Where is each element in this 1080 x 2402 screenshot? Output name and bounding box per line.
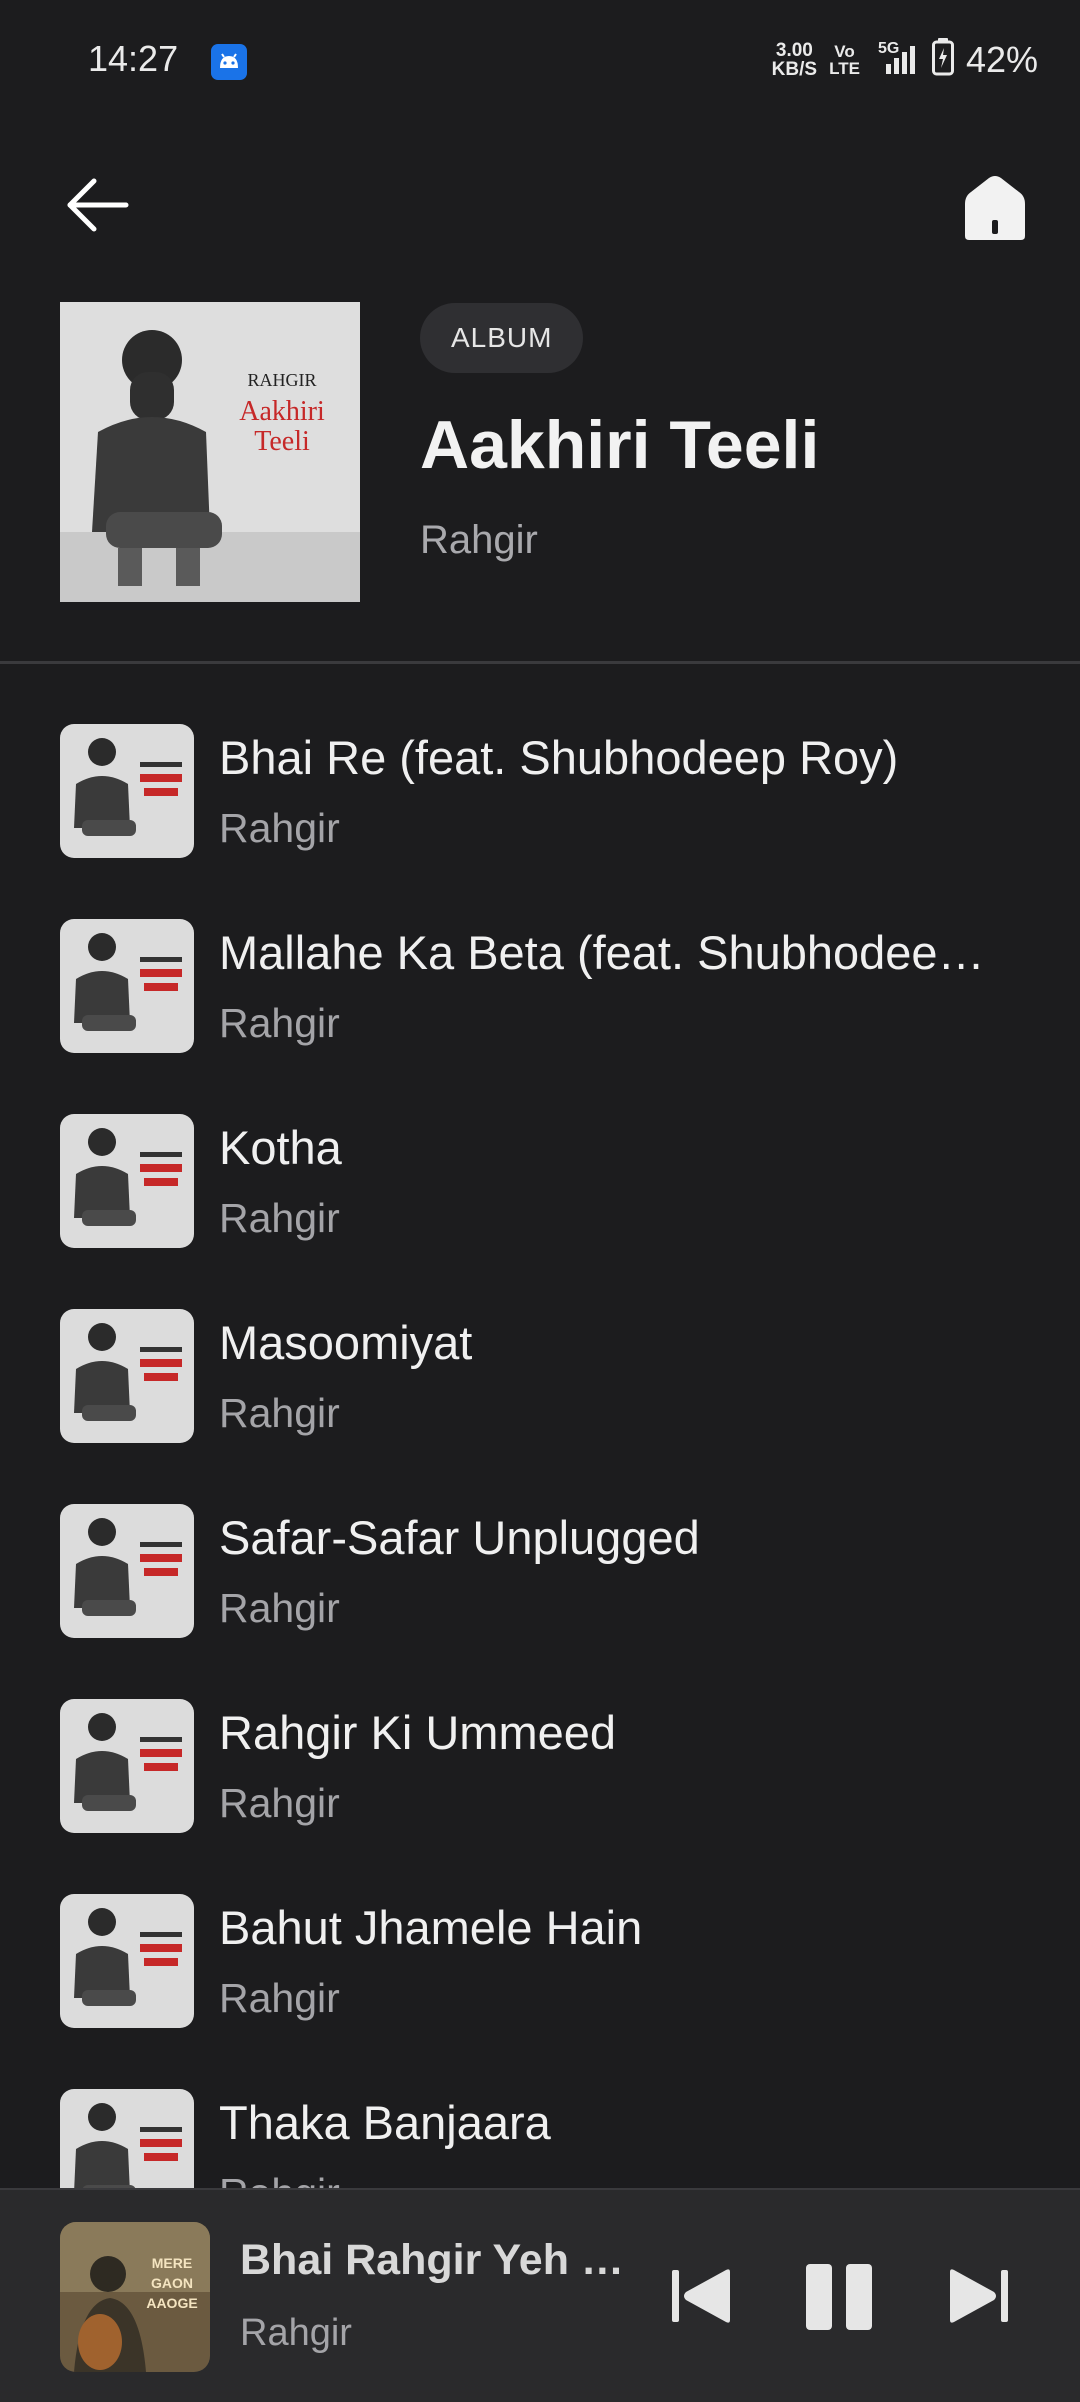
signal-5g-icon: 5G bbox=[872, 40, 920, 78]
battery-icon bbox=[931, 38, 954, 81]
track-title: Rahgir Ki Ummeed bbox=[219, 1706, 617, 1759]
track-list[interactable]: Bhai Re (feat. Shubhodeep Roy) Rahgir Ma… bbox=[0, 664, 1080, 2188]
network-speed: 3.00 KB/S bbox=[771, 39, 818, 80]
track-thumbnail bbox=[60, 1894, 194, 2028]
track-row[interactable]: Mallahe Ka Beta (feat. Shubhodeep Roy) R… bbox=[0, 859, 1080, 1054]
svg-text:MERE: MERE bbox=[152, 2255, 192, 2271]
track-row[interactable]: Bhai Re (feat. Shubhodeep Roy) Rahgir bbox=[0, 664, 1080, 859]
track-artist: Rahgir bbox=[219, 1195, 340, 1241]
volte-indicator: Vo LTE bbox=[829, 41, 860, 78]
svg-text:GAON: GAON bbox=[151, 2275, 193, 2291]
android-notification-icon bbox=[211, 44, 247, 80]
now-playing-cover: MERE GAON AAOGE bbox=[60, 2222, 210, 2372]
track-title: Masoomiyat bbox=[219, 1316, 473, 1369]
track-title: Kotha bbox=[219, 1121, 342, 1174]
svg-text:AAOGE: AAOGE bbox=[146, 2295, 197, 2311]
arrow-left-icon bbox=[67, 178, 129, 232]
battery-percentage: 42% bbox=[965, 38, 1038, 80]
track-row[interactable]: Masoomiyat Rahgir bbox=[0, 1249, 1080, 1444]
now-playing-artist: Rahgir bbox=[240, 2312, 352, 2354]
track-artist: Rahgir bbox=[219, 2170, 340, 2188]
album-type-badge: ALBUM bbox=[420, 303, 584, 373]
skip-previous-icon bbox=[672, 2269, 730, 2323]
track-row[interactable]: Safar-Safar Unplugged Rahgir bbox=[0, 1444, 1080, 1639]
mini-player[interactable]: MERE GAON AAOGE Bhai Rahgir Yeh Kya Kar … bbox=[0, 2188, 1080, 2402]
track-title: Thaka Banjaara bbox=[219, 2096, 551, 2149]
now-playing-title: Bhai Rahgir Yeh Kya Kar Diya bbox=[240, 2236, 640, 2284]
svg-text:Aakhiri: Aakhiri bbox=[239, 396, 325, 427]
svg-text:RAHGIR: RAHGIR bbox=[247, 370, 316, 390]
track-thumbnail bbox=[60, 2089, 194, 2188]
track-artist: Rahgir bbox=[219, 1585, 340, 1631]
back-button[interactable] bbox=[60, 170, 140, 240]
track-thumbnail bbox=[60, 1699, 194, 1833]
next-button[interactable] bbox=[938, 2256, 1018, 2336]
track-thumbnail bbox=[60, 1504, 194, 1638]
home-icon bbox=[965, 176, 1025, 240]
track-row[interactable]: Rahgir Ki Ummeed Rahgir bbox=[0, 1639, 1080, 1834]
track-thumbnail bbox=[60, 1114, 194, 1248]
status-time: 14:27 bbox=[88, 38, 179, 79]
album-artist[interactable]: Rahgir bbox=[420, 518, 538, 563]
track-row[interactable]: Thaka Banjaara Rahgir bbox=[0, 2029, 1080, 2188]
track-artist: Rahgir bbox=[219, 1390, 340, 1436]
status-bar: 14:27 3.00 KB/S Vo LTE 5G 42% bbox=[0, 0, 1080, 125]
track-artist: Rahgir bbox=[219, 1975, 340, 2021]
track-thumbnail bbox=[60, 724, 194, 858]
track-thumbnail bbox=[60, 1309, 194, 1443]
pause-button[interactable] bbox=[800, 2256, 880, 2336]
track-row[interactable]: Kotha Rahgir bbox=[0, 1054, 1080, 1249]
album-title: Aakhiri Teeli bbox=[420, 407, 820, 483]
track-title: Safar-Safar Unplugged bbox=[219, 1511, 700, 1564]
track-row[interactable]: Bahut Jhamele Hain Rahgir bbox=[0, 1834, 1080, 2029]
album-cover: RAHGIR Aakhiri Teeli bbox=[60, 302, 360, 602]
track-artist: Rahgir bbox=[219, 805, 340, 851]
previous-button[interactable] bbox=[662, 2256, 742, 2336]
track-artist: Rahgir bbox=[219, 1780, 340, 1826]
skip-next-icon bbox=[950, 2269, 1008, 2323]
track-title: Mallahe Ka Beta (feat. Shubhodeep Roy) bbox=[219, 926, 999, 979]
track-thumbnail bbox=[60, 919, 194, 1053]
home-button[interactable] bbox=[955, 168, 1035, 248]
track-artist: Rahgir bbox=[219, 1000, 340, 1046]
track-title: Bahut Jhamele Hain bbox=[219, 1901, 643, 1954]
track-title: Bhai Re (feat. Shubhodeep Roy) bbox=[219, 731, 899, 784]
pause-icon bbox=[806, 2264, 872, 2330]
svg-text:Teeli: Teeli bbox=[254, 426, 310, 457]
